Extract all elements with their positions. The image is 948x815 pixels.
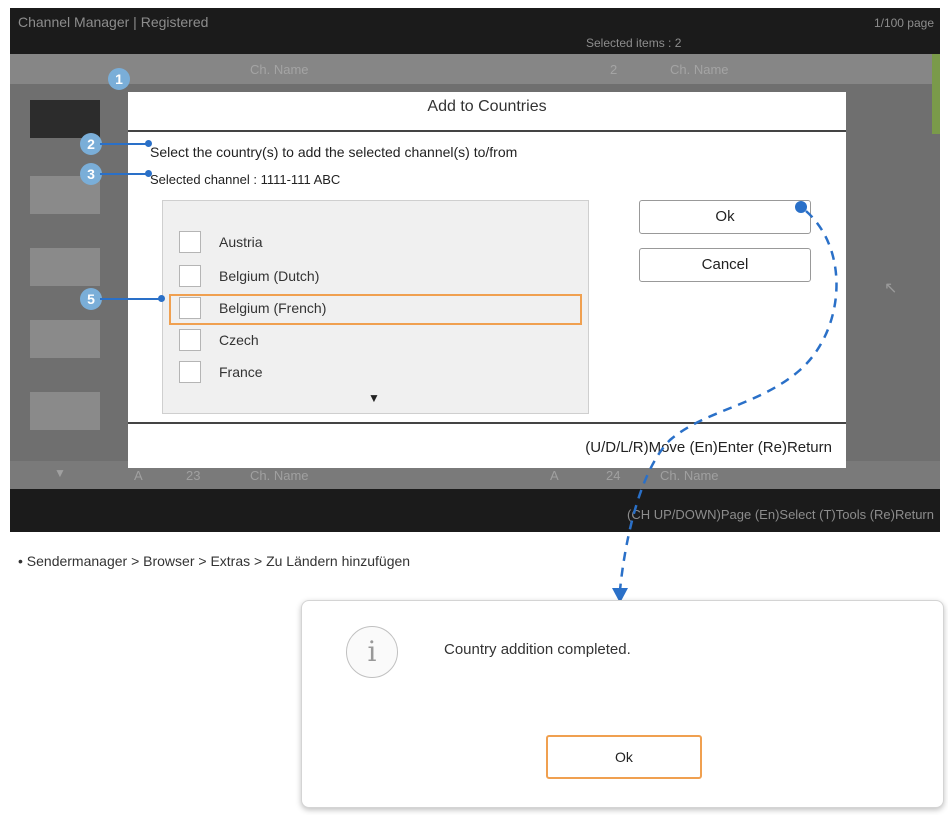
popup-ok-button[interactable]: Ok — [546, 735, 702, 779]
info-icon: i — [346, 626, 398, 678]
completion-popup: i Country addition completed. Ok — [301, 600, 944, 808]
completion-message: Country addition completed. — [444, 641, 631, 658]
flow-arrow-start-dot — [795, 201, 807, 213]
flow-arrow-path — [618, 210, 838, 591]
breadcrumb: • Sendermanager > Browser > Extras > Zu … — [18, 553, 411, 569]
